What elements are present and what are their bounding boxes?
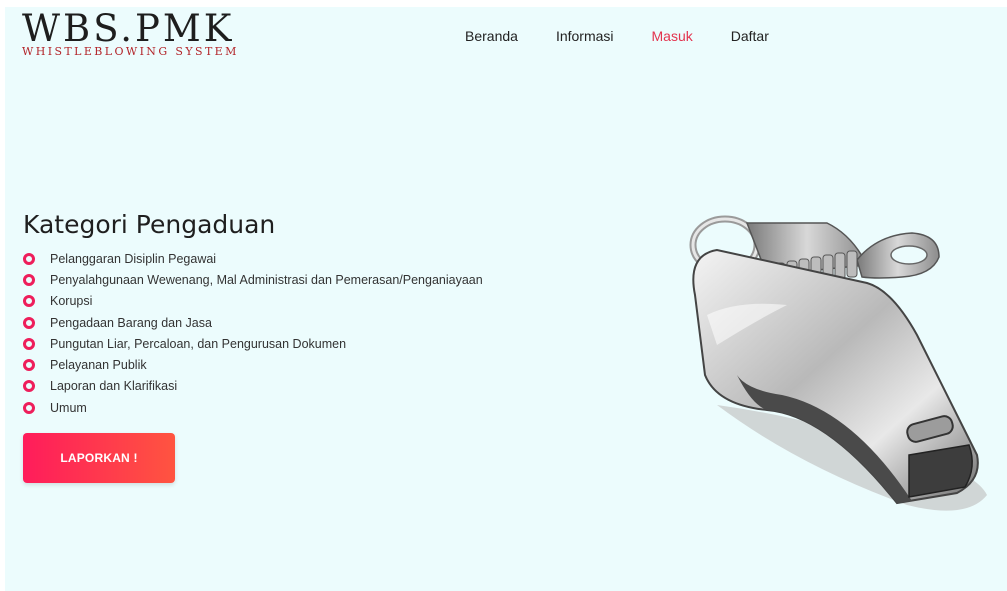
circle-bullet-icon	[23, 401, 35, 414]
category-label: Pelanggaran Disiplin Pegawai	[50, 251, 217, 266]
circle-bullet-icon	[23, 295, 35, 308]
category-label: Pelayanan Publik	[50, 358, 147, 373]
category-list: Pelanggaran Disiplin Pegawai Penyalahgun…	[23, 248, 483, 418]
list-item: Korupsi	[23, 291, 483, 312]
list-item: Pelayanan Publik	[23, 354, 483, 375]
circle-bullet-icon	[23, 316, 35, 329]
list-item: Pungutan Liar, Percaloan, dan Pengurusan…	[23, 333, 483, 354]
nav-beranda[interactable]: Beranda	[465, 28, 518, 44]
logo-title: WBS.PMK	[22, 7, 235, 50]
category-label: Penyalahgunaan Wewenang, Mal Administras…	[50, 272, 483, 287]
circle-bullet-icon	[23, 252, 35, 265]
site-logo[interactable]: WBS.PMK WHISTLEBLOWING SYSTEM	[22, 9, 239, 58]
category-label: Korupsi	[50, 294, 93, 309]
whistle-illustration-icon	[689, 215, 987, 511]
category-label: Laporan dan Klarifikasi	[50, 379, 178, 394]
circle-bullet-icon	[23, 273, 35, 286]
category-label: Pungutan Liar, Percaloan, dan Pengurusan…	[50, 336, 347, 351]
list-item: Pengadaan Barang dan Jasa	[23, 312, 483, 333]
category-label: Umum	[50, 400, 87, 415]
circle-bullet-icon	[23, 380, 35, 393]
report-button[interactable]: LAPORKAN !	[23, 433, 175, 483]
page: WBS.PMK WHISTLEBLOWING SYSTEM Beranda In…	[5, 7, 1007, 591]
list-item: Laporan dan Klarifikasi	[23, 376, 483, 397]
circle-bullet-icon	[23, 359, 35, 372]
page-title: Kategori Pengaduan	[23, 210, 276, 239]
circle-bullet-icon	[23, 337, 35, 350]
nav-daftar[interactable]: Daftar	[731, 28, 769, 44]
main-nav: Beranda Informasi Masuk Daftar	[465, 28, 807, 44]
logo-subtitle: WHISTLEBLOWING SYSTEM	[22, 45, 239, 58]
list-item: Umum	[23, 397, 483, 418]
list-item: Penyalahgunaan Wewenang, Mal Administras…	[23, 269, 483, 290]
nav-informasi[interactable]: Informasi	[556, 28, 614, 44]
category-label: Pengadaan Barang dan Jasa	[50, 315, 212, 330]
nav-masuk[interactable]: Masuk	[652, 28, 693, 44]
list-item: Pelanggaran Disiplin Pegawai	[23, 248, 483, 269]
